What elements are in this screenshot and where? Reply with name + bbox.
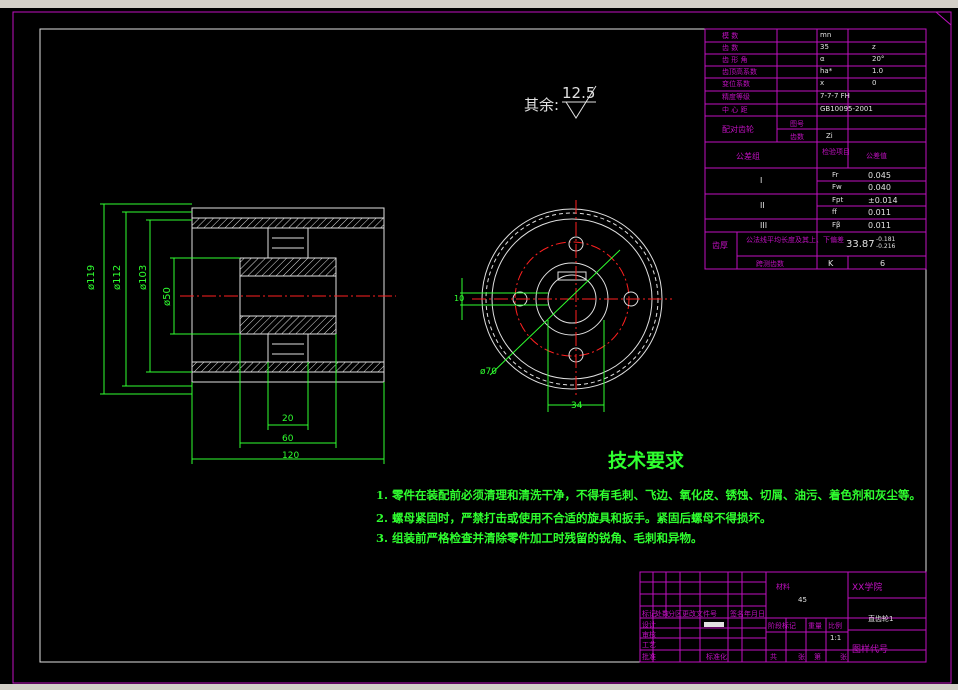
span-k: K bbox=[828, 259, 834, 268]
tolerance-item-symbol: Fβ bbox=[832, 221, 841, 229]
tolerance-item-value: 0.011 bbox=[868, 208, 891, 217]
tb-school: XX学院 bbox=[852, 583, 883, 593]
tech-req-title: 技术要求 bbox=[608, 450, 685, 472]
span-dev-lower: -0.216 bbox=[876, 243, 896, 250]
param-row-value: 1.0 bbox=[872, 67, 884, 75]
dim-60: 60 bbox=[282, 434, 294, 444]
gear-parameter-table bbox=[704, 28, 927, 270]
cad-drawing-canvas bbox=[12, 11, 952, 684]
tb-row-label: 标记 bbox=[642, 610, 656, 618]
tb-standard: 标准化 bbox=[706, 653, 727, 661]
tb-drawing-no: 图样代号 bbox=[852, 645, 889, 655]
param-row-value: 0 bbox=[872, 79, 877, 87]
dim-10: 10 bbox=[454, 294, 465, 303]
gear-section-view bbox=[100, 203, 396, 464]
tech-req-item-1: 1. 零件在装配前必须清理和清洗干净，不得有毛刺、飞边、氧化皮、锈蚀、切屑、油污… bbox=[376, 488, 922, 502]
tolerance-value-label: 公差值 bbox=[866, 152, 887, 160]
tb-stage-mark: 阶段标记 bbox=[768, 622, 796, 630]
tb-row-label: 处数 bbox=[655, 610, 669, 618]
tolerance-group-name: II bbox=[760, 201, 765, 210]
param-row-symbol: 7-7-7 FH bbox=[820, 92, 850, 100]
window-status-strip bbox=[0, 684, 958, 690]
tolerance-item-value: 0.040 bbox=[868, 183, 891, 192]
tolerance-item-value: 0.011 bbox=[868, 221, 891, 230]
check-items-label: 检验项目 bbox=[822, 148, 850, 156]
param-row-label: 中 心 距 bbox=[722, 106, 748, 114]
span-count-label: 跨测齿数 bbox=[756, 260, 784, 268]
span-value: 33.87 bbox=[846, 239, 875, 250]
param-row-label: 齿 形 角 bbox=[722, 56, 748, 64]
param-row-value: 20° bbox=[872, 55, 885, 63]
roughness-value: 12.5 bbox=[562, 84, 596, 102]
mating-drawing-no: 图号 bbox=[790, 120, 804, 128]
frame-corner-tick bbox=[935, 11, 952, 26]
tb-row-label: 分区 bbox=[668, 610, 682, 618]
dim-d119: ø119 bbox=[86, 264, 97, 290]
dim-d103: ø103 bbox=[138, 264, 149, 290]
tb-weight: 重量 bbox=[808, 622, 822, 630]
tb-scale: 1:1 bbox=[830, 634, 842, 642]
tolerance-item-value: 0.045 bbox=[868, 171, 891, 180]
tb-material-label: 材料 bbox=[776, 583, 790, 591]
param-row-label: 齿顶高系数 bbox=[722, 68, 757, 76]
param-row-symbol: GB10095-2001 bbox=[820, 105, 873, 113]
dim-120: 120 bbox=[282, 451, 300, 461]
param-row-symbol: 35 bbox=[820, 43, 829, 51]
tb-row-label: 年月日 bbox=[744, 610, 765, 618]
tech-req-item-3: 3. 组装前严格检查并清除零件加工时残留的锐角、毛刺和异物。 bbox=[376, 531, 703, 545]
tolerance-group-label: 公差组 bbox=[736, 152, 760, 161]
thickness-label: 齿厚 bbox=[712, 241, 728, 250]
param-row-symbol: α bbox=[820, 55, 825, 63]
param-row-label: 齿 数 bbox=[722, 44, 739, 52]
param-row-label: 精度等级 bbox=[722, 93, 750, 101]
param-row-symbol: mn bbox=[820, 31, 832, 39]
outer-frame bbox=[12, 11, 952, 684]
tb-scale-label: 比例 bbox=[828, 622, 842, 630]
tb-row-label: 更改文件号 bbox=[682, 610, 717, 618]
mating-gear-label: 配对齿轮 bbox=[722, 125, 754, 134]
param-row-value: z bbox=[872, 43, 876, 51]
param-row-label: 模 数 bbox=[722, 32, 739, 40]
tb-left-label: 审核 bbox=[642, 631, 656, 639]
roughness-label: 其余: bbox=[524, 96, 560, 114]
tb-left-label: 工艺 bbox=[642, 641, 656, 649]
dim-20: 20 bbox=[282, 414, 294, 424]
gear-front-view bbox=[460, 200, 672, 412]
title-block-highlight bbox=[704, 622, 724, 627]
param-row-symbol: x bbox=[820, 79, 825, 87]
span-label: 公法线平均长度及其上、下偏差 bbox=[746, 236, 844, 244]
tolerance-item-symbol: Fw bbox=[832, 183, 842, 191]
tolerance-group-name: I bbox=[760, 176, 763, 185]
dim-d112: ø112 bbox=[112, 264, 123, 290]
span-dev-upper: -0.181 bbox=[876, 236, 896, 243]
mating-zi: Zi bbox=[826, 132, 833, 140]
tech-req-item-2: 2. 螺母紧固时，严禁打击或使用不合适的旋具和扳手。紧固后螺母不得损坏。 bbox=[376, 511, 772, 525]
tb-part-name: 直齿轮1 bbox=[868, 615, 894, 623]
dim-d50: ø50 bbox=[162, 287, 173, 306]
tolerance-item-symbol: Fpt bbox=[832, 196, 844, 204]
mating-teeth: 齿数 bbox=[790, 133, 804, 141]
tolerance-group-name: III bbox=[760, 221, 768, 230]
tb-sheet-label: 张 bbox=[840, 653, 847, 661]
param-row-symbol: ha* bbox=[820, 67, 833, 75]
tb-sheet-label: 第 bbox=[814, 653, 821, 661]
dim-d70: ø70 bbox=[480, 367, 497, 377]
param-row-label: 变位系数 bbox=[722, 80, 750, 88]
tolerance-item-symbol: Fr bbox=[832, 171, 839, 179]
tb-material: 45 bbox=[798, 596, 807, 604]
tb-left-label: 设计 bbox=[642, 621, 656, 629]
tb-sheet-label: 张 bbox=[798, 653, 805, 661]
dim-34: 34 bbox=[571, 401, 583, 411]
tb-left-label: 批准 bbox=[642, 653, 656, 661]
tb-row-label: 签名 bbox=[730, 610, 744, 618]
tb-sheet-label: 共 bbox=[770, 653, 777, 661]
span-count: 6 bbox=[880, 259, 886, 268]
tolerance-item-symbol: ff bbox=[832, 208, 837, 216]
tolerance-item-value: ±0.014 bbox=[868, 196, 898, 205]
